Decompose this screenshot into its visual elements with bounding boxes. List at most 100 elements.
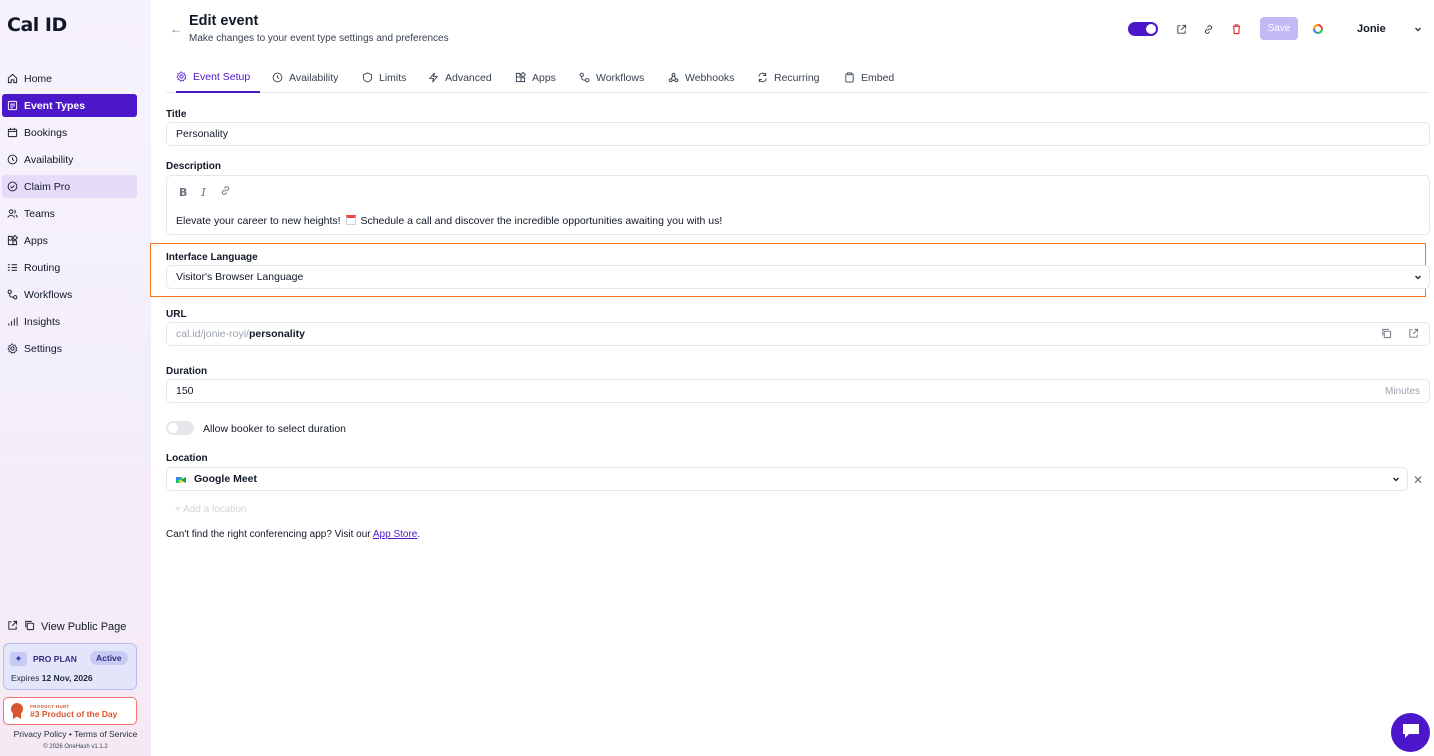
app-store-link[interactable]: App Store [373,529,417,540]
sidebar-item-label: Availability [24,153,74,166]
sidebar-item-routing[interactable]: Routing [2,256,137,279]
external-link-icon[interactable] [1408,328,1419,342]
list-icon [7,262,18,273]
gear-icon [176,71,187,82]
clock-icon [7,154,18,165]
sidebar-item-home[interactable]: Home [2,67,137,90]
grid-icon [515,72,526,83]
tab-apps[interactable]: Apps [515,62,556,93]
url-actions [1381,328,1419,342]
workflow-icon [579,72,590,83]
duration-unit: Minutes [1384,386,1420,397]
sidebar-item-insights[interactable]: Insights [2,310,137,333]
tab-webhooks[interactable]: Webhooks [668,62,734,93]
link-icon[interactable] [1201,22,1215,36]
sidebar-item-event-types[interactable]: Event Types [2,94,137,117]
status-badge: Active [90,651,128,665]
description-text-end: Schedule a call and discover the incredi… [360,215,723,227]
sidebar-item-apps[interactable]: Apps [2,229,137,252]
duration-value: 150 [176,385,194,397]
user-name[interactable]: Jonie [1357,23,1386,35]
duration-label: Duration [166,366,208,377]
tab-advanced[interactable]: Advanced [428,62,492,93]
sidebar-item-settings[interactable]: Settings [2,337,137,360]
link-icon[interactable] [220,185,231,199]
sidebar-item-label: Claim Pro [24,180,71,193]
sidebar-item-claim-pro[interactable]: Claim Pro [2,175,137,198]
sidebar-item-bookings[interactable]: Bookings [2,121,137,144]
sidebar-item-teams[interactable]: Teams [2,202,137,225]
tab-embed[interactable]: Embed [844,62,894,93]
calendar-emoji-icon [345,215,356,225]
tab-label: Recurring [774,71,820,84]
sidebar-item-label: Event Types [24,99,86,112]
repeat-icon [757,72,768,83]
interface-language-value: Visitor's Browser Language [176,271,304,283]
privacy-policy-link[interactable]: Privacy Policy [14,729,67,739]
workflow-icon [7,289,18,300]
shield-icon [362,72,373,83]
chevron-down-icon [1413,272,1423,285]
home-icon [7,73,18,84]
terms-of-service-link[interactable]: Terms of Service [74,729,137,739]
add-location-button[interactable]: + Add a location [175,504,246,515]
plan-name: PRO PLAN [33,654,77,664]
tab-label: Workflows [596,71,645,84]
sidebar-item-label: Insights [24,315,61,328]
product-hunt-badge[interactable]: PRODUCT HUNT #3 Product of the Day [3,697,137,725]
calendar-icon [7,127,18,138]
tab-label: Limits [379,71,407,84]
description-editor[interactable]: B I Elevate your career to new heights! … [166,175,1430,235]
sidebar-item-availability[interactable]: Availability [2,148,137,171]
app-logo[interactable]: Cal ID [7,14,67,36]
copy-icon[interactable] [1381,328,1392,342]
back-arrow-icon[interactable]: ← [170,22,182,36]
sidebar-item-workflows[interactable]: Workflows [2,283,137,306]
url-input[interactable]: cal.id/jonie-royi/personality [166,322,1430,346]
url-prefix: cal.id/jonie-royi/ [176,328,249,340]
chart-icon [7,316,18,327]
user-avatar[interactable] [1311,22,1325,36]
product-hunt-label: #3 Product of the Day [30,708,118,719]
save-button[interactable]: Save [1260,17,1298,40]
tab-event-setup[interactable]: Event Setup [176,62,261,93]
view-public-page-link[interactable]: View Public Page [7,620,126,634]
page-subtitle: Make changes to your event type settings… [189,33,449,44]
sparkle-icon: ✦ [10,652,27,666]
tab-availability[interactable]: Availability [272,62,338,93]
description-text[interactable]: Elevate your career to new heights! Sche… [176,215,722,227]
interface-language-select[interactable]: Visitor's Browser Language [166,265,1430,289]
title-input[interactable]: Personality [166,122,1430,146]
sidebar: Cal ID Home Event Types Bookings Availab… [0,0,151,756]
badge-icon [7,181,18,192]
copy-icon[interactable] [24,620,35,634]
chevron-down-icon[interactable] [1413,24,1423,37]
remove-location-icon[interactable]: ✕ [1413,473,1423,487]
tab-recurring[interactable]: Recurring [757,62,820,93]
tab-label: Advanced [445,71,492,84]
italic-icon[interactable]: I [201,186,205,199]
tab-label: Embed [861,71,895,84]
expiry-date: 12 Nov, 2026 [41,673,93,683]
event-enabled-toggle[interactable] [1128,22,1158,36]
copyright: © 2026 OneHash v1.1.2 [43,744,108,750]
tab-label: Apps [532,71,556,84]
help-suffix: . [417,529,421,540]
external-link-icon[interactable] [1174,22,1188,36]
location-select[interactable]: Google Meet [166,467,1408,491]
google-meet-icon [176,475,186,483]
users-icon [7,208,18,219]
webhook-icon [668,72,679,83]
footer-links: Privacy Policy • Terms of Service [0,729,151,739]
tab-limits[interactable]: Limits [362,62,406,93]
allow-booker-duration-label: Allow booker to select duration [203,423,346,435]
url-slug[interactable]: personality [249,328,305,340]
duration-input[interactable]: 150 Minutes [166,379,1430,403]
pro-plan-card[interactable]: ✦ PRO PLAN Active Expires 12 Nov, 2026 [3,643,137,690]
conferencing-help-text: Can't find the right conferencing app? V… [166,529,420,540]
bold-icon[interactable]: B [179,186,187,199]
tab-workflows[interactable]: Workflows [579,62,644,93]
trash-icon[interactable] [1229,22,1243,36]
chat-support-button[interactable] [1391,713,1430,752]
allow-booker-duration-toggle[interactable] [166,421,194,435]
